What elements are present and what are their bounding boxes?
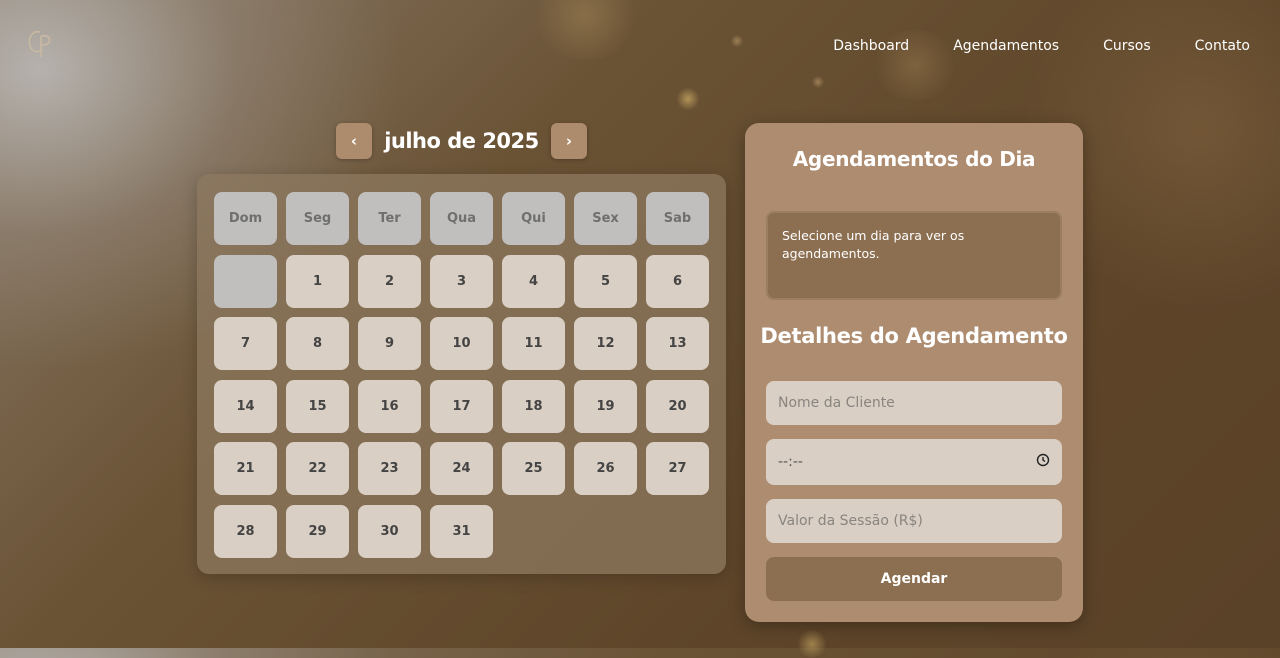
day-cell[interactable]: 29 bbox=[286, 504, 349, 558]
day-cell[interactable]: 15 bbox=[286, 379, 349, 433]
day-cell[interactable]: 26 bbox=[574, 442, 637, 495]
day-cell[interactable]: 2 bbox=[358, 254, 421, 308]
day-cell[interactable]: 30 bbox=[358, 504, 421, 558]
day-cell[interactable]: 5 bbox=[574, 254, 637, 308]
day-cell[interactable]: 6 bbox=[646, 254, 709, 308]
day-cell[interactable]: 24 bbox=[430, 442, 493, 495]
calendar-grid: Dom Seg Ter Qua Qui Sex Sab 1 2 3 4 5 6 7 8 9 10 11 12 13 14… bbox=[214, 192, 709, 558]
bokeh-light bbox=[530, 0, 640, 60]
day-cell[interactable]: 18 bbox=[502, 379, 565, 433]
chevron-left-icon: ‹ bbox=[350, 132, 358, 150]
bokeh-light bbox=[798, 630, 826, 658]
day-cell[interactable]: 21 bbox=[214, 442, 277, 495]
empty-day-cell bbox=[214, 254, 277, 308]
next-month-button[interactable]: › bbox=[550, 123, 587, 159]
month-title: julho de 2025 bbox=[384, 129, 539, 153]
chevron-right-icon: › bbox=[565, 132, 573, 150]
logo-icon[interactable] bbox=[26, 26, 56, 60]
weekday-header: Dom bbox=[214, 192, 277, 245]
weekday-header: Sex bbox=[574, 192, 637, 245]
day-cell[interactable]: 16 bbox=[358, 379, 421, 433]
weekday-header: Seg bbox=[286, 192, 349, 245]
day-cell[interactable]: 1 bbox=[286, 254, 349, 308]
time-input[interactable]: --:-- bbox=[766, 439, 1062, 485]
nav-contato[interactable]: Contato bbox=[1195, 38, 1250, 54]
day-cell[interactable]: 8 bbox=[286, 317, 349, 370]
day-cell[interactable]: 4 bbox=[502, 254, 565, 308]
weekday-header: Sab bbox=[646, 192, 709, 245]
day-cell[interactable]: 7 bbox=[214, 317, 277, 370]
clock-icon[interactable] bbox=[1036, 453, 1050, 471]
client-name-input[interactable] bbox=[766, 381, 1062, 425]
day-cell[interactable]: 9 bbox=[358, 317, 421, 370]
calendar: Dom Seg Ter Qua Qui Sex Sab 1 2 3 4 5 6 7 8 9 10 11 12 13 14… bbox=[197, 174, 726, 574]
day-cell[interactable]: 11 bbox=[502, 317, 565, 370]
day-cell[interactable]: 17 bbox=[430, 379, 493, 433]
schedule-button[interactable]: Agendar bbox=[766, 557, 1062, 601]
nav-agendamentos[interactable]: Agendamentos bbox=[953, 38, 1059, 54]
session-value-input[interactable] bbox=[766, 499, 1062, 543]
day-cell[interactable]: 31 bbox=[430, 504, 493, 558]
day-cell[interactable]: 14 bbox=[214, 379, 277, 433]
day-appointments-title: Agendamentos do Dia bbox=[792, 147, 1036, 171]
weekday-header: Qui bbox=[502, 192, 565, 245]
weekday-header: Ter bbox=[358, 192, 421, 245]
appointments-panel: Agendamentos do Dia Selecione um dia par… bbox=[745, 123, 1083, 622]
nav-dashboard[interactable]: Dashboard bbox=[833, 38, 909, 54]
weekday-header: Qua bbox=[430, 192, 493, 245]
appointments-info-box: Selecione um dia para ver os agendamento… bbox=[766, 211, 1062, 300]
day-cell[interactable]: 23 bbox=[358, 442, 421, 495]
bokeh-light bbox=[677, 88, 699, 110]
bokeh-light bbox=[812, 76, 824, 88]
month-header: ‹ julho de 2025 › bbox=[336, 123, 587, 159]
day-cell[interactable]: 20 bbox=[646, 379, 709, 433]
top-nav: Dashboard Agendamentos Cursos Contato bbox=[833, 38, 1250, 54]
time-value: --:-- bbox=[778, 454, 803, 470]
day-cell[interactable]: 28 bbox=[214, 504, 277, 558]
day-cell[interactable]: 3 bbox=[430, 254, 493, 308]
prev-month-button[interactable]: ‹ bbox=[336, 123, 372, 159]
day-cell[interactable]: 13 bbox=[646, 317, 709, 370]
day-cell[interactable]: 25 bbox=[502, 442, 565, 495]
bokeh-light bbox=[731, 35, 743, 47]
details-title: Detalhes do Agendamento bbox=[760, 324, 1068, 348]
day-cell[interactable]: 22 bbox=[286, 442, 349, 495]
day-cell[interactable]: 27 bbox=[646, 442, 709, 495]
nav-cursos[interactable]: Cursos bbox=[1103, 38, 1151, 54]
day-cell[interactable]: 19 bbox=[574, 379, 637, 433]
day-cell[interactable]: 12 bbox=[574, 317, 637, 370]
day-cell[interactable]: 10 bbox=[430, 317, 493, 370]
